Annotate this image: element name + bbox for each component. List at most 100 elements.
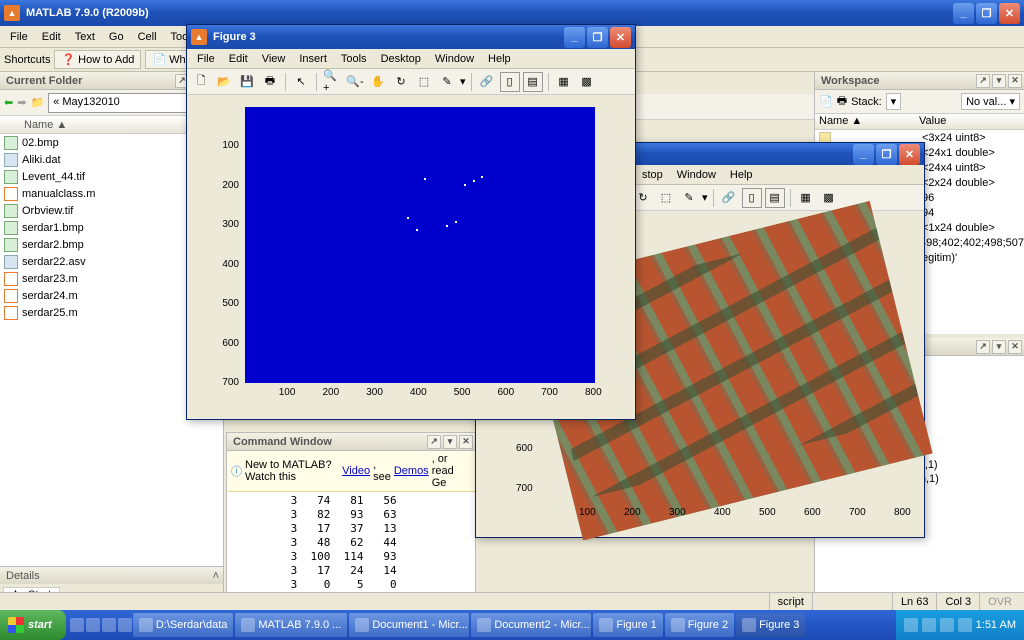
- close-button[interactable]: ✕: [899, 144, 920, 165]
- pan-icon[interactable]: ✋: [368, 72, 388, 92]
- minimize-button[interactable]: _: [953, 3, 974, 24]
- matlab-logo-icon: ▲: [191, 29, 207, 45]
- tray-icon[interactable]: [940, 618, 954, 632]
- ws-hdr-name[interactable]: Name ▲: [815, 114, 915, 129]
- hide-tools-icon[interactable]: ▦: [554, 72, 574, 92]
- pointer-icon[interactable]: ↖: [291, 72, 311, 92]
- menu-file[interactable]: File: [4, 29, 34, 45]
- menu-go[interactable]: Go: [103, 29, 130, 45]
- datacursor-icon[interactable]: ⬚: [656, 188, 676, 208]
- tray-icon[interactable]: [922, 618, 936, 632]
- tray-icon[interactable]: [958, 618, 972, 632]
- panel-close-icon[interactable]: ✕: [1008, 74, 1022, 88]
- maximize-button[interactable]: ❐: [876, 144, 897, 165]
- taskbar-task[interactable]: Figure 2: [665, 613, 734, 637]
- figure-3-titlebar[interactable]: ▲ Figure 3 _ ❐ ✕: [187, 25, 635, 49]
- rotate-icon[interactable]: ↻: [633, 188, 653, 208]
- restore-button[interactable]: ❐: [976, 3, 997, 24]
- figure-3-window[interactable]: ▲ Figure 3 _ ❐ ✕ File Edit View Insert T…: [186, 24, 636, 420]
- dropdown-icon[interactable]: ▾: [702, 191, 708, 204]
- dropdown-icon[interactable]: ▾: [460, 75, 466, 88]
- brush-icon[interactable]: ✎: [679, 188, 699, 208]
- stack-label: Stack:: [851, 96, 882, 108]
- taskbar-task[interactable]: D:\Serdar\data: [133, 613, 234, 637]
- panel-menu-icon[interactable]: ▾: [992, 74, 1006, 88]
- menu-file[interactable]: File: [191, 51, 221, 67]
- zoom-in-icon[interactable]: 🔍+: [322, 72, 342, 92]
- menu-text[interactable]: Text: [69, 29, 101, 45]
- new-icon[interactable]: 🗋: [191, 72, 211, 92]
- taskbar-task[interactable]: Figure 3: [736, 613, 805, 637]
- legend-icon[interactable]: ▤: [523, 72, 543, 92]
- open-icon[interactable]: 📂: [214, 72, 234, 92]
- panel-menu-icon[interactable]: ▾: [992, 340, 1006, 354]
- panel-undock-icon[interactable]: ↗: [976, 74, 990, 88]
- panel-close-icon[interactable]: ✕: [459, 435, 473, 449]
- folder-fwd-icon[interactable]: ➡: [17, 96, 26, 109]
- folder-back-icon[interactable]: ⬅: [4, 96, 13, 109]
- datacursor-icon[interactable]: ⬚: [414, 72, 434, 92]
- file-list-header-name[interactable]: Name ▲: [24, 119, 67, 131]
- ql-icon[interactable]: [86, 618, 100, 632]
- workspace-new-icon[interactable]: 📄: [819, 95, 833, 108]
- ql-icon[interactable]: [102, 618, 116, 632]
- workspace-plot-selector[interactable]: No val... ▾: [961, 93, 1020, 110]
- stack-dropdown[interactable]: ▾: [886, 93, 902, 110]
- video-link[interactable]: Video: [342, 465, 370, 477]
- shortcut-howto[interactable]: ❓How to Add: [54, 50, 141, 69]
- panel-undock-icon[interactable]: ↗: [427, 435, 441, 449]
- panel-menu-icon[interactable]: ▾: [443, 435, 457, 449]
- ql-icon[interactable]: [70, 618, 84, 632]
- menu-edit[interactable]: Edit: [223, 51, 254, 67]
- menu-desktop[interactable]: Desktop: [375, 51, 427, 67]
- file-name: Orbview.tif: [22, 205, 73, 217]
- demos-link[interactable]: Demos: [394, 465, 429, 477]
- windows-taskbar: start D:\Serdar\dataMATLAB 7.9.0 ...Docu…: [0, 610, 1024, 640]
- clock[interactable]: 1:51 AM: [976, 619, 1016, 631]
- menu-view[interactable]: View: [256, 51, 292, 67]
- details-panel-title[interactable]: Details ˄: [0, 566, 223, 584]
- ytick: 700: [222, 377, 239, 388]
- windows-start-button[interactable]: start: [0, 610, 66, 640]
- menu-insert[interactable]: Insert: [293, 51, 333, 67]
- menu-tools[interactable]: Tools: [335, 51, 373, 67]
- tray-icon[interactable]: [904, 618, 918, 632]
- show-tools-icon[interactable]: ▩: [577, 72, 597, 92]
- colorbar-icon[interactable]: ▯: [500, 72, 520, 92]
- workspace-print-icon[interactable]: 🖶: [837, 92, 847, 111]
- menu-cell[interactable]: Cell: [132, 29, 163, 45]
- details-expand-icon[interactable]: ˄: [213, 570, 223, 582]
- command-window-output[interactable]: 3 74 81 56 3 82 93 63 3 17 37 13 3 48 62…: [227, 492, 475, 596]
- link-icon[interactable]: 🔗: [719, 188, 739, 208]
- close-button[interactable]: ✕: [610, 27, 631, 48]
- file-icon: [4, 187, 18, 201]
- save-icon[interactable]: 💾: [237, 72, 257, 92]
- maximize-button[interactable]: ❐: [587, 27, 608, 48]
- file-name: serdar1.bmp: [22, 222, 84, 234]
- panel-close-icon[interactable]: ✕: [1008, 340, 1022, 354]
- panel-undock-icon[interactable]: ↗: [976, 340, 990, 354]
- link-icon[interactable]: 🔗: [477, 72, 497, 92]
- zoom-out-icon[interactable]: 🔍-: [345, 72, 365, 92]
- minimize-button[interactable]: _: [853, 144, 874, 165]
- taskbar-task[interactable]: Document1 - Micr...: [349, 613, 469, 637]
- task-label: D:\Serdar\data: [156, 619, 228, 631]
- folder-path[interactable]: « May132010: [48, 93, 192, 113]
- close-button[interactable]: ✕: [999, 3, 1020, 24]
- brush-icon[interactable]: ✎: [437, 72, 457, 92]
- taskbar-task[interactable]: Document2 - Micr...: [471, 613, 591, 637]
- taskbar-task[interactable]: MATLAB 7.9.0 ...: [235, 613, 347, 637]
- rotate-icon[interactable]: ↻: [391, 72, 411, 92]
- ql-icon[interactable]: [118, 618, 132, 632]
- ytick: 300: [222, 219, 239, 230]
- menu-help[interactable]: Help: [482, 51, 517, 67]
- menu-window[interactable]: Window: [429, 51, 480, 67]
- figure-3-axes-area[interactable]: 100200300400500600700 100200300400500600…: [187, 95, 635, 417]
- colorbar-icon[interactable]: ▯: [742, 188, 762, 208]
- taskbar-task[interactable]: Figure 1: [593, 613, 662, 637]
- ws-hdr-value[interactable]: Value: [915, 114, 950, 129]
- menu-edit[interactable]: Edit: [36, 29, 67, 45]
- minimize-button[interactable]: _: [564, 27, 585, 48]
- system-tray[interactable]: 1:51 AM: [896, 610, 1024, 640]
- print-icon[interactable]: 🖶: [260, 72, 280, 92]
